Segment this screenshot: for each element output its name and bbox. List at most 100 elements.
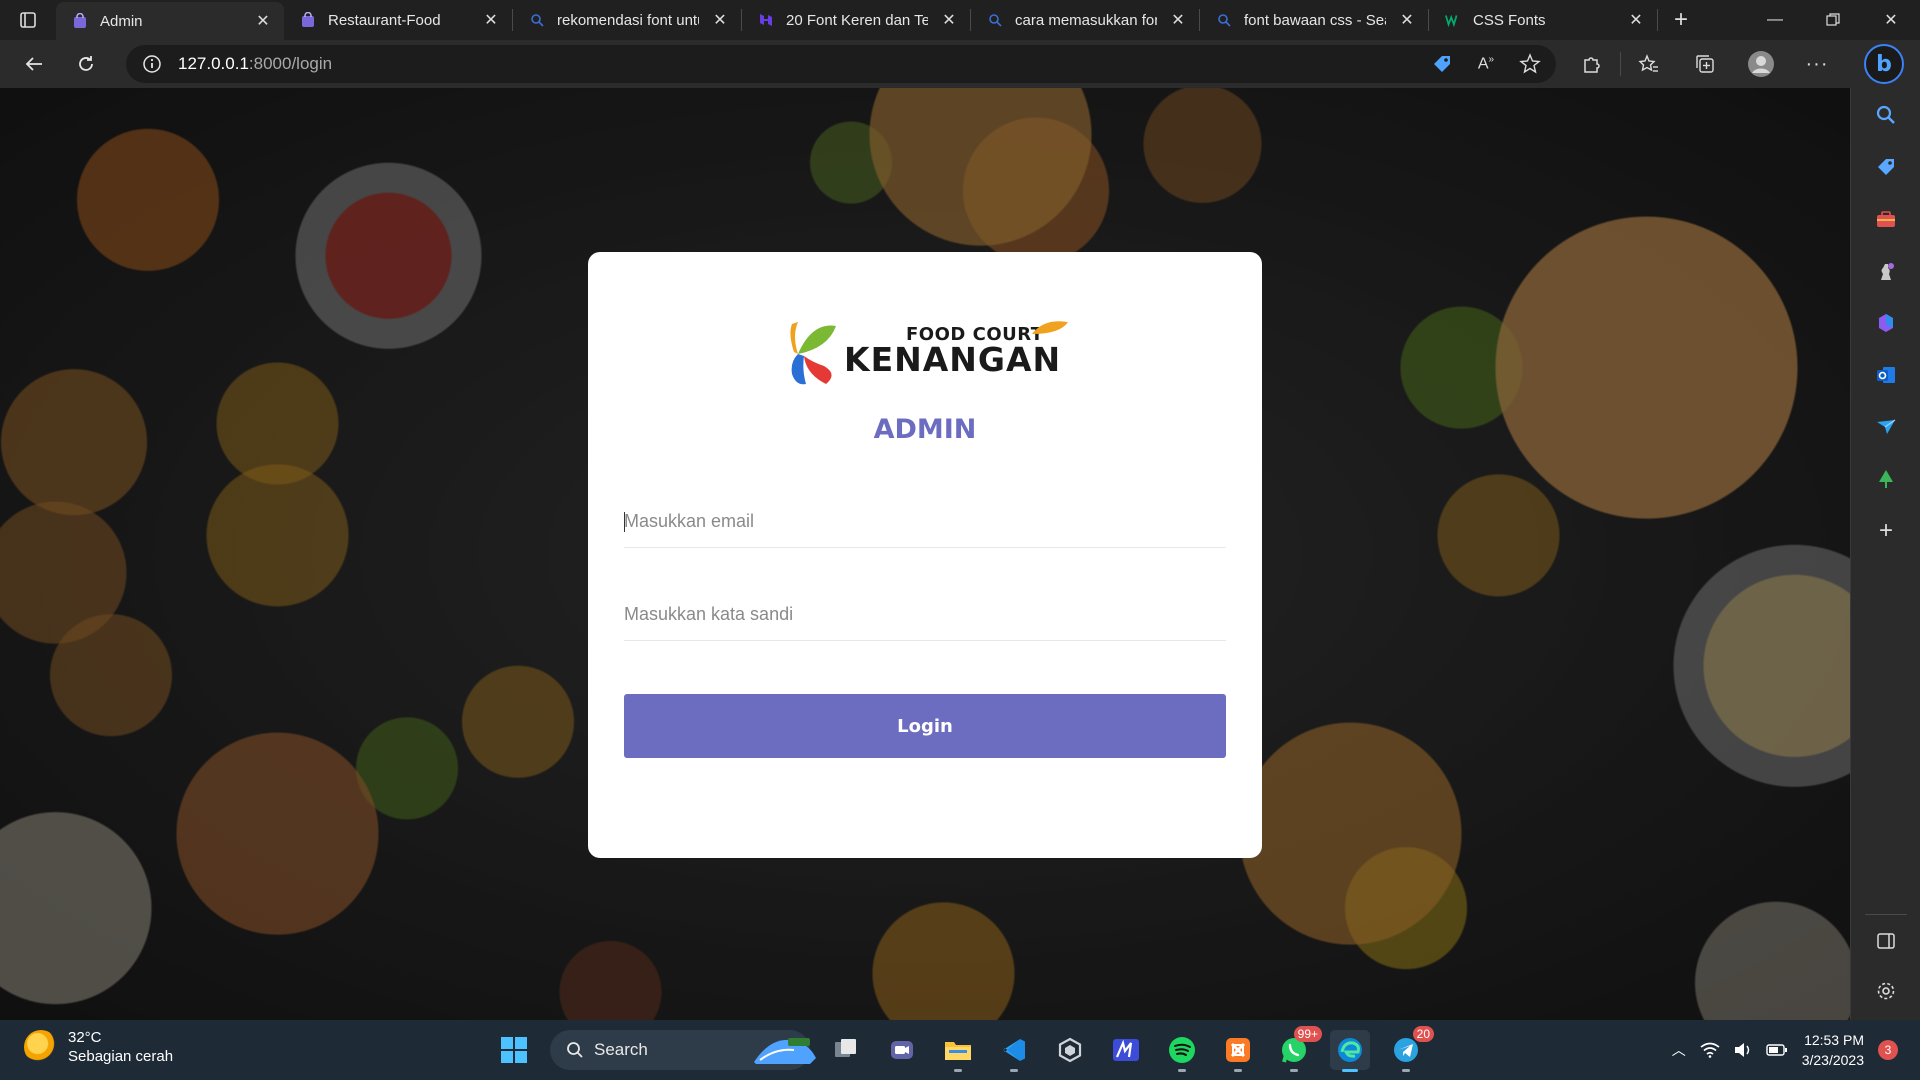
running-indicator [954,1069,962,1072]
time: 12:53 PM [1804,1032,1864,1048]
page-viewport: FOOD COURT KENANGAN ADMIN Login [0,88,1850,1020]
edge-sidebar: + [1850,88,1920,1020]
spotify-icon [1169,1037,1195,1063]
login-button[interactable]: Login [624,694,1226,758]
taskbar: 32°C Sebagian cerah Search 99+ 20 ︿ 12:5… [0,1020,1920,1080]
teams-button[interactable] [882,1030,922,1070]
close-icon[interactable]: ✕ [1169,11,1187,29]
email-field[interactable] [624,496,1226,547]
games-icon[interactable] [1873,258,1899,284]
plus-icon: + [1673,6,1688,33]
read-aloud-icon[interactable]: A» [1474,52,1498,76]
notepad-button[interactable] [1106,1030,1146,1070]
shopping-tag-icon[interactable] [1430,52,1454,76]
address-bar[interactable]: 127.0.0.1:8000/login A» [126,45,1556,83]
weather-description: Sebagian cerah [68,1048,174,1065]
tab-css-fonts[interactable]: CSS Fonts ✕ [1429,0,1657,40]
whatsapp-badge: 99+ [1293,1026,1322,1042]
running-indicator [1010,1069,1018,1072]
running-indicator [1402,1069,1410,1072]
browser-toolbar: 127.0.0.1:8000/login A» ··· [0,40,1920,88]
taskbar-search[interactable]: Search [550,1030,816,1070]
tab-actions-button[interactable] [0,0,56,40]
tab-font-bawaan-css[interactable]: font bawaan css - Sea ✕ [1200,0,1428,40]
tree-icon[interactable] [1873,466,1899,492]
more-dots-icon: ··· [1805,52,1829,75]
outlook-icon[interactable] [1873,362,1899,388]
brand-big-text: KENANGAN [844,340,1062,379]
favorites-icon [1638,54,1658,72]
favorites-button[interactable] [1621,40,1677,88]
clock[interactable]: 12:53 PM 3/23/2023 [1802,1030,1864,1070]
close-icon[interactable]: ✕ [1627,11,1645,29]
email-field-wrapper [624,496,1226,548]
close-icon[interactable]: ✕ [711,11,729,29]
close-icon[interactable]: ✕ [482,11,500,29]
close-icon[interactable]: ✕ [254,12,272,30]
close-icon: ✕ [1884,12,1898,29]
search-label: Search [594,1040,648,1059]
send-icon[interactable] [1873,414,1899,440]
close-window-button[interactable]: ✕ [1862,0,1920,40]
edge-icon [1338,1038,1362,1062]
shopping-icon[interactable] [1873,154,1899,180]
tab-cara-memasukkan-font[interactable]: cara memasukkan fon ✕ [971,0,1199,40]
restore-button[interactable] [1804,0,1862,40]
back-arrow-icon [25,57,42,71]
url-text[interactable]: 127.0.0.1:8000/login [178,54,1430,74]
add-favorite-icon[interactable] [1518,52,1542,76]
tab-label: Admin [100,12,143,30]
unity-button[interactable] [1050,1030,1090,1070]
plus-icon[interactable]: + [1873,517,1899,544]
back-button[interactable] [8,40,60,88]
extensions-button[interactable] [1564,40,1620,88]
collections-icon [1696,55,1714,73]
running-indicator [1290,1069,1298,1072]
minimize-button[interactable]: — [1746,0,1804,40]
password-field-wrapper [624,589,1226,641]
bing-chat-button[interactable]: b [1864,44,1904,84]
close-icon[interactable]: ✕ [940,11,958,29]
tab-admin[interactable]: Admin ✕ [56,2,284,40]
tab-restaurant-food[interactable]: Restaurant-Food ✕ [284,0,512,40]
battery-icon[interactable] [1766,1043,1788,1057]
brand-logo: FOOD COURT KENANGAN [784,314,1074,394]
chevron-up-icon[interactable]: ︿ [1672,1040,1686,1060]
profile-button[interactable] [1733,40,1789,88]
close-icon[interactable]: ✕ [1398,11,1416,29]
collections-button[interactable] [1677,40,1733,88]
spotify-button[interactable] [1162,1030,1202,1072]
start-button[interactable] [494,1030,534,1070]
temperature: 32°C [68,1029,102,1046]
system-tray: ︿ 12:53 PM 3/23/2023 3 [1672,1020,1898,1080]
new-tab-button[interactable]: + [1658,0,1704,40]
purple-bag-icon [72,13,88,29]
tab-rekomendasi-font[interactable]: rekomendasi font untu ✕ [513,0,741,40]
sidebar-toggle-icon[interactable] [1873,928,1899,954]
tools-icon[interactable] [1873,206,1899,232]
notification-badge[interactable]: 3 [1878,1040,1898,1060]
telegram-button[interactable]: 20 [1386,1026,1434,1072]
volume-icon[interactable] [1734,1042,1752,1058]
task-view-button[interactable] [826,1030,866,1070]
password-field[interactable] [624,589,1226,640]
file-explorer-button[interactable] [938,1030,978,1072]
url-host: 127.0.0.1 [178,54,249,73]
gear-icon[interactable] [1873,978,1899,1004]
refresh-icon [79,56,93,71]
search-icon[interactable] [1873,102,1899,128]
refresh-button[interactable] [60,40,112,88]
vscode-button[interactable] [994,1030,1034,1072]
tab-actions-icon [20,12,36,28]
weather-widget[interactable]: 32°C Sebagian cerah [24,1028,173,1066]
minimize-icon: — [1767,11,1783,28]
whatsapp-button[interactable]: 99+ [1274,1026,1322,1072]
office-icon[interactable] [1873,310,1899,336]
site-info-icon[interactable] [140,52,164,76]
settings-more-button[interactable]: ··· [1789,40,1845,88]
wifi-icon[interactable] [1700,1042,1720,1058]
xampp-button[interactable] [1218,1030,1258,1072]
tab-20-font-keren[interactable]: 20 Font Keren dan Ter ✕ [742,0,970,40]
edge-button[interactable] [1330,1030,1370,1072]
folder-icon [945,1042,971,1060]
